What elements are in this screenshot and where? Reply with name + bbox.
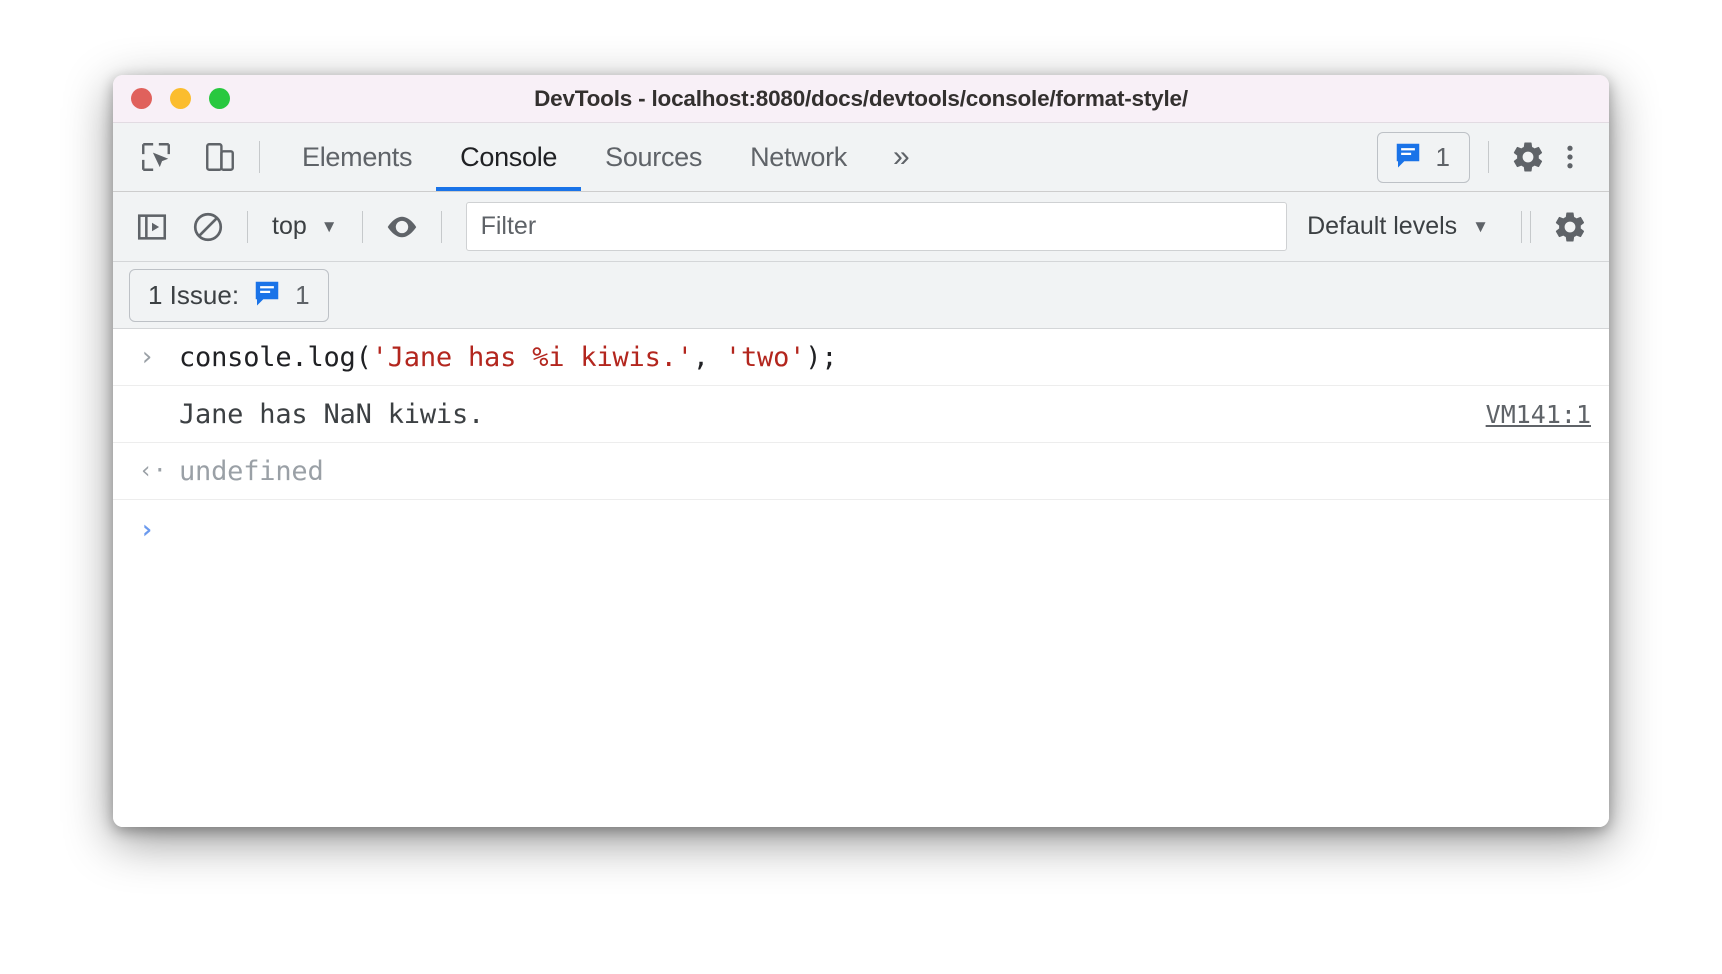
kebab-menu-icon[interactable] xyxy=(1549,136,1591,178)
issues-bar-count: 1 xyxy=(295,279,310,310)
source-location-link[interactable]: VM141:1 xyxy=(1486,400,1591,429)
tab-sources[interactable]: Sources xyxy=(581,123,726,191)
code-part-plain: console.log( xyxy=(179,341,372,373)
console-output-text: Jane has NaN kiwis. xyxy=(179,398,485,430)
close-window-button[interactable] xyxy=(131,88,152,109)
issues-summary-button[interactable]: 1 Issue: 1 xyxy=(129,268,329,322)
maximize-window-button[interactable] xyxy=(209,88,230,109)
tabbar-right-divider xyxy=(1488,141,1489,173)
issues-bubble-icon xyxy=(1393,140,1423,175)
devtools-window: DevTools - localhost:8080/docs/devtools/… xyxy=(113,75,1609,827)
chevron-down-icon: ▼ xyxy=(1472,217,1489,236)
command-arrow-icon: › xyxy=(139,342,155,372)
code-part-plain: ); xyxy=(805,341,838,373)
tab-console[interactable]: Console xyxy=(436,123,582,191)
tab-elements-label: Elements xyxy=(302,141,413,172)
console-return-value: undefined xyxy=(179,455,324,487)
eye-icon[interactable] xyxy=(381,206,423,248)
tab-console-label: Console xyxy=(460,141,558,172)
issues-bubble-icon xyxy=(252,278,282,313)
more-tabs-icon[interactable]: » xyxy=(871,142,932,172)
tab-elements[interactable]: Elements xyxy=(278,123,436,191)
toolbar-divider-3 xyxy=(440,210,442,243)
filter-input[interactable]: Filter xyxy=(465,202,1288,251)
prompt-arrow-icon: › xyxy=(139,515,155,545)
devtools-tabbar: Elements Console Sources Network » 1 xyxy=(113,123,1609,192)
execution-context-selector[interactable]: top ▼ xyxy=(266,212,344,241)
console-toolbar: top ▼ Filter Default levels ▼ xyxy=(113,192,1609,262)
toolbar-divider-1 xyxy=(247,210,248,243)
execution-context-label: top xyxy=(272,212,307,240)
console-prompt-row[interactable]: › xyxy=(113,500,1609,560)
device-toolbar-icon[interactable] xyxy=(199,136,241,178)
console-message-list: › console.log('Jane has %i kiwis.', 'two… xyxy=(113,329,1609,827)
clear-console-icon[interactable] xyxy=(187,206,229,248)
chevron-down-icon: ▼ xyxy=(320,217,338,236)
code-part-string: 'Jane has %i kiwis.' xyxy=(371,341,693,373)
gear-icon[interactable] xyxy=(1507,136,1549,178)
log-levels-dropdown[interactable]: Default levels ▼ xyxy=(1293,212,1503,241)
screenshot-stage: DevTools - localhost:8080/docs/devtools/… xyxy=(0,0,1722,974)
code-part-string: 'two' xyxy=(724,341,806,373)
issues-count: 1 xyxy=(1435,141,1450,172)
minimize-window-button[interactable] xyxy=(170,88,191,109)
issues-bar: 1 Issue: 1 xyxy=(113,262,1609,329)
tabbar-tool-icons xyxy=(135,136,241,178)
traffic-lights xyxy=(131,88,230,109)
filter-placeholder: Filter xyxy=(480,212,537,240)
code-part-plain: , xyxy=(692,341,725,373)
toolbar-divider-5 xyxy=(1530,210,1531,243)
tab-network-label: Network xyxy=(750,141,848,172)
tab-sources-label: Sources xyxy=(605,141,703,172)
tabbar-divider xyxy=(259,141,260,173)
console-command-row[interactable]: › console.log('Jane has %i kiwis.', 'two… xyxy=(113,329,1609,386)
toolbar-divider-2 xyxy=(361,210,363,243)
panel-tabs: Elements Console Sources Network » xyxy=(278,123,932,191)
toolbar-divider-4 xyxy=(1521,210,1522,243)
issues-summary-label: 1 Issue: xyxy=(148,279,240,310)
tabbar-right-controls: 1 xyxy=(1376,131,1609,183)
console-output-row[interactable]: Jane has NaN kiwis. VM141:1 xyxy=(113,386,1609,443)
issues-counter-button[interactable]: 1 xyxy=(1376,131,1470,183)
console-sidebar-icon[interactable] xyxy=(131,206,173,248)
inspect-element-icon[interactable] xyxy=(135,136,177,178)
tab-network[interactable]: Network xyxy=(726,123,871,191)
window-titlebar: DevTools - localhost:8080/docs/devtools/… xyxy=(113,75,1609,123)
window-title: DevTools - localhost:8080/docs/devtools/… xyxy=(534,85,1188,111)
log-levels-label: Default levels xyxy=(1307,212,1458,240)
console-return-row[interactable]: ‹· undefined xyxy=(113,443,1609,500)
return-arrow-icon: ‹· xyxy=(139,457,167,484)
gear-icon[interactable] xyxy=(1549,206,1591,248)
console-command-text: console.log('Jane has %i kiwis.', 'two')… xyxy=(179,341,838,373)
